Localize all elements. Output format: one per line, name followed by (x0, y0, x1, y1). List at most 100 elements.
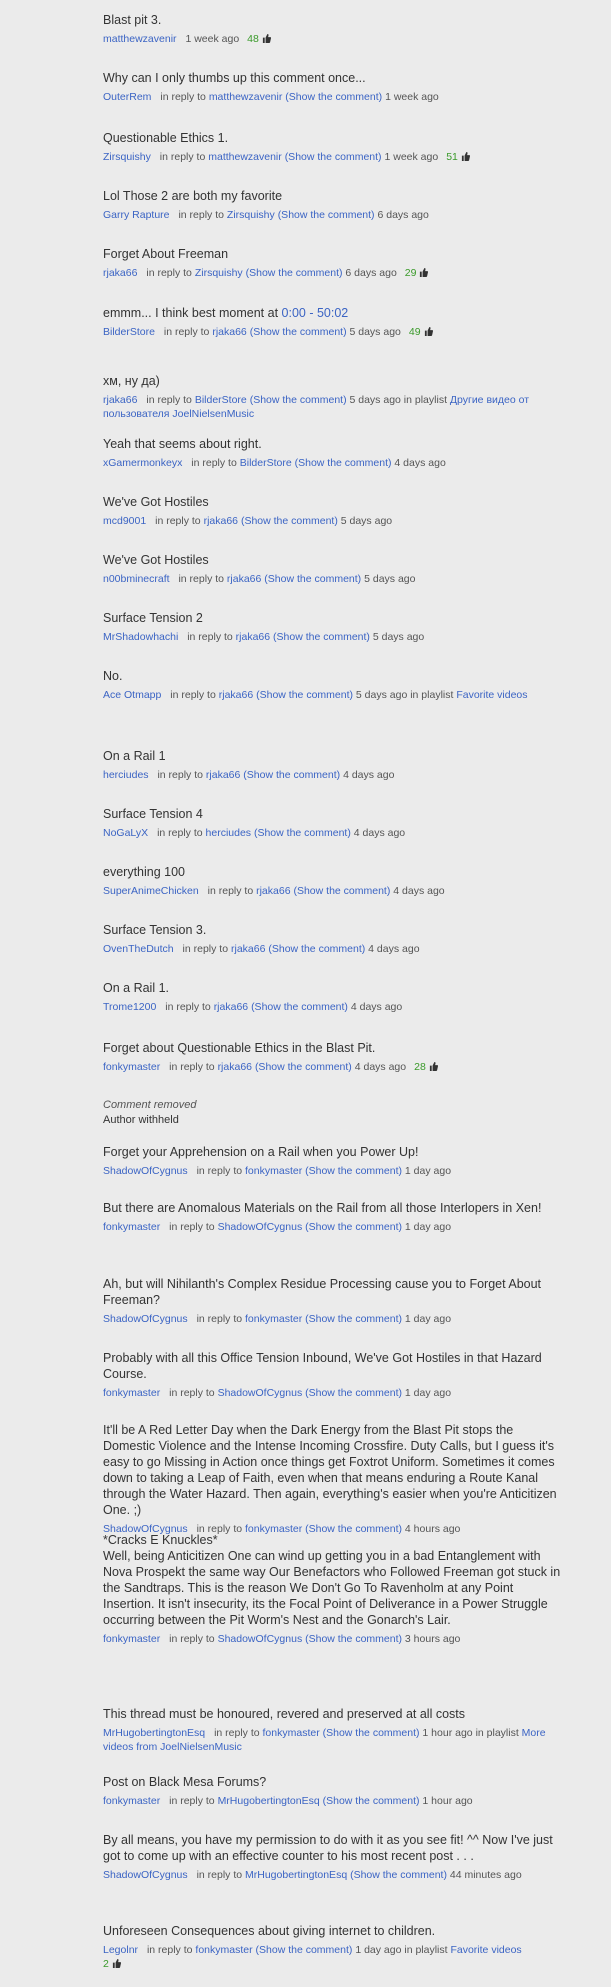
show-comment-link[interactable]: (Show the comment) (254, 827, 351, 839)
comment-author-link[interactable]: MrHugobertingtonEsq (103, 1727, 205, 1739)
reply-to-user-link[interactable]: ShadowOfCygnus (218, 1221, 303, 1233)
comment-author-link[interactable]: Ace Otmapp (103, 689, 161, 701)
show-comment-link[interactable]: (Show the comment) (256, 689, 353, 701)
reply-to-user-link[interactable]: fonkymaster (245, 1313, 302, 1325)
show-comment-link[interactable]: (Show the comment) (350, 1869, 447, 1881)
comment-author-link[interactable]: fonkymaster (103, 1633, 160, 1645)
reply-to-user-link[interactable]: rjaka66 (206, 769, 240, 781)
comment-author-link[interactable]: rjaka66 (103, 267, 137, 279)
show-comment-link[interactable]: (Show the comment) (246, 267, 343, 279)
comment-author-link[interactable]: n00bminecraft (103, 573, 170, 585)
reply-to-user-link[interactable]: BilderStore (240, 457, 292, 469)
show-comment-link[interactable]: (Show the comment) (305, 1165, 402, 1177)
reply-to-user-link[interactable]: herciudes (206, 827, 252, 839)
reply-to-user-link[interactable]: rjaka66 (214, 1001, 248, 1013)
comment-text-block: Forget your Apprehension on a Rail when … (103, 1144, 563, 1160)
comment-author-link[interactable]: mcd9001 (103, 515, 146, 527)
comment-author-link[interactable]: fonkymaster (103, 1221, 160, 1233)
comment-author-link[interactable]: ShadowOfCygnus (103, 1165, 188, 1177)
comment-author-link[interactable]: Zirsquishy (103, 151, 151, 163)
show-comment-link[interactable]: (Show the comment) (251, 1001, 348, 1013)
comment-text-block: This thread must be honoured, revered an… (103, 1706, 563, 1722)
thumbs-up-icon[interactable] (262, 34, 271, 43)
comment-time: 4 days ago (343, 769, 395, 781)
show-comment-link[interactable]: (Show the comment) (305, 1221, 402, 1233)
comment-author-link[interactable]: MrShadowhachi (103, 631, 178, 643)
comment-text-block: Ah, but will Nihilanth's Complex Residue… (103, 1276, 563, 1308)
reply-to-user-link[interactable]: matthewzavenir (208, 151, 282, 163)
comment-author-link[interactable]: Trome1200 (103, 1001, 156, 1013)
show-comment-link[interactable]: (Show the comment) (305, 1633, 402, 1645)
show-comment-link[interactable]: (Show the comment) (273, 631, 370, 643)
show-comment-link[interactable]: (Show the comment) (255, 1061, 352, 1073)
comment-author-link[interactable]: SuperAnimeChicken (103, 885, 199, 897)
reply-to-user-link[interactable]: BilderStore (195, 394, 247, 406)
reply-to-user-link[interactable]: fonkymaster (245, 1165, 302, 1177)
reply-to-user-link[interactable]: rjaka66 (204, 515, 238, 527)
comment-text-block: Post on Black Mesa Forums? (103, 1774, 563, 1790)
reply-to-user-link[interactable]: MrHugobertingtonEsq (218, 1795, 320, 1807)
reply-to-user-link[interactable]: MrHugobertingtonEsq (245, 1869, 347, 1881)
show-comment-link[interactable]: (Show the comment) (285, 91, 382, 103)
comment: Unforeseen Consequences about giving int… (103, 1923, 563, 1971)
comment-meta: ShadowOfCygnus in reply to fonkymaster (… (103, 1312, 563, 1326)
show-comment-link[interactable]: (Show the comment) (305, 1387, 402, 1399)
reply-to-user-link[interactable]: rjaka66 (231, 943, 265, 955)
reply-to-user-link[interactable]: ShadowOfCygnus (218, 1387, 303, 1399)
reply-to-user-link[interactable]: Zirsquishy (227, 209, 275, 221)
reply-to-user-link[interactable]: rjaka66 (227, 573, 261, 585)
reply-to-user-link[interactable]: fonkymaster (263, 1727, 320, 1739)
reply-to-user-link[interactable]: matthewzavenir (209, 91, 283, 103)
show-comment-link[interactable]: (Show the comment) (250, 326, 347, 338)
comment-author-link[interactable]: NoGaLyX (103, 827, 148, 839)
comment: Why can I only thumbs up this comment on… (103, 70, 563, 104)
comment-author-link[interactable]: rjaka66 (103, 394, 137, 406)
reply-to-user-link[interactable]: rjaka66 (218, 1061, 252, 1073)
like-count: 2 (103, 1958, 109, 1970)
reply-to-user-link[interactable]: Zirsquishy (195, 267, 243, 279)
comment-author-link[interactable]: xGamermonkeyx (103, 457, 182, 469)
show-comment-link[interactable]: (Show the comment) (241, 515, 338, 527)
reply-to-user-link[interactable]: rjaka66 (219, 689, 253, 701)
show-comment-link[interactable]: (Show the comment) (323, 1727, 420, 1739)
reply-to-user-link[interactable]: rjaka66 (212, 326, 246, 338)
comment-author-link[interactable]: herciudes (103, 769, 149, 781)
show-comment-link[interactable]: (Show the comment) (250, 394, 347, 406)
comment-author-link[interactable]: Legolnr (103, 1944, 138, 1956)
playlist-link[interactable]: Favorite videos (456, 689, 527, 701)
reply-to-user-link[interactable]: rjaka66 (236, 631, 270, 643)
comment-author-link[interactable]: OuterRem (103, 91, 151, 103)
show-comment-link[interactable]: (Show the comment) (295, 457, 392, 469)
show-comment-link[interactable]: (Show the comment) (264, 573, 361, 585)
thumbs-up-icon[interactable] (461, 152, 470, 161)
show-comment-link[interactable]: (Show the comment) (305, 1313, 402, 1325)
reply-to-user-link[interactable]: fonkymaster (195, 1944, 252, 1956)
reply-to-user-link[interactable]: ShadowOfCygnus (218, 1633, 303, 1645)
show-comment-link[interactable]: (Show the comment) (285, 151, 382, 163)
show-comment-link[interactable]: (Show the comment) (293, 885, 390, 897)
comment-author-link[interactable]: ShadowOfCygnus (103, 1869, 188, 1881)
comment-author-link[interactable]: Garry Rapture (103, 209, 170, 221)
comment-meta: SuperAnimeChicken in reply to rjaka66 (S… (103, 884, 563, 898)
show-comment-link[interactable]: (Show the comment) (323, 1795, 420, 1807)
in-reply-to-label: in reply to (196, 1165, 243, 1177)
show-comment-link[interactable]: (Show the comment) (256, 1944, 353, 1956)
timestamp-link[interactable]: 0:00 - 50:02 (282, 306, 349, 320)
comment-author-link[interactable]: fonkymaster (103, 1795, 160, 1807)
comment-author-link[interactable]: OvenTheDutch (103, 943, 174, 955)
comment-author-link[interactable]: matthewzavenir (103, 33, 177, 45)
comment-author-link[interactable]: fonkymaster (103, 1387, 160, 1399)
thumbs-up-icon[interactable] (424, 327, 433, 336)
comment-author-link[interactable]: fonkymaster (103, 1061, 160, 1073)
show-comment-link[interactable]: (Show the comment) (268, 943, 365, 955)
thumbs-up-icon[interactable] (112, 1959, 121, 1968)
thumbs-up-icon[interactable] (429, 1062, 438, 1071)
comment-meta: fonkymaster in reply to rjaka66 (Show th… (103, 1060, 563, 1074)
thumbs-up-icon[interactable] (419, 268, 429, 277)
show-comment-link[interactable]: (Show the comment) (243, 769, 340, 781)
playlist-link[interactable]: Favorite videos (450, 1944, 521, 1956)
show-comment-link[interactable]: (Show the comment) (278, 209, 375, 221)
reply-to-user-link[interactable]: rjaka66 (256, 885, 290, 897)
comment-author-link[interactable]: ShadowOfCygnus (103, 1313, 188, 1325)
comment-author-link[interactable]: BilderStore (103, 326, 155, 338)
